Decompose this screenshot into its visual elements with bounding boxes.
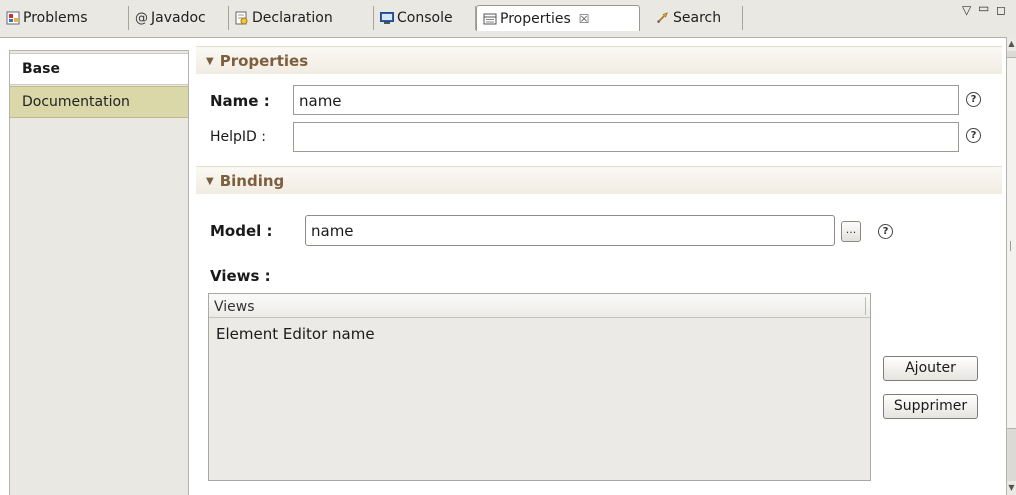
section-title: Properties bbox=[219, 52, 309, 70]
properties-section-header[interactable]: ▼ Properties bbox=[196, 46, 1002, 74]
browse-button[interactable]: ... bbox=[841, 221, 861, 242]
help-icon[interactable]: ? bbox=[966, 128, 981, 143]
tab-properties[interactable]: Properties ☒ bbox=[476, 5, 640, 31]
vertical-scrollbar[interactable]: ▲ ▼ bbox=[1006, 37, 1016, 495]
views-table[interactable]: Views Element Editor name bbox=[208, 293, 871, 481]
view-tab-bar: Problems @ Javadoc Declaration Console P… bbox=[0, 0, 1016, 38]
tab-label: Properties bbox=[500, 10, 571, 27]
console-icon bbox=[380, 11, 394, 25]
javadoc-icon: @ bbox=[135, 10, 148, 26]
scroll-down-icon[interactable]: ▼ bbox=[1007, 481, 1016, 495]
close-icon[interactable]: ☒ bbox=[579, 12, 590, 26]
binding-section-header[interactable]: ▼ Binding bbox=[196, 166, 1002, 194]
helpid-label: HelpID : bbox=[210, 129, 266, 145]
sidebar-item-documentation[interactable]: Documentation bbox=[10, 86, 188, 118]
tab-search[interactable]: Search bbox=[640, 6, 743, 30]
scrollbar-thumb[interactable] bbox=[1007, 57, 1016, 429]
maximize-icon[interactable]: ◻ bbox=[996, 3, 1006, 17]
model-field[interactable]: name bbox=[305, 215, 835, 246]
expand-twisty-icon[interactable]: ▼ bbox=[206, 56, 214, 67]
tab-console[interactable]: Console bbox=[374, 6, 476, 30]
problems-icon bbox=[6, 11, 20, 25]
declaration-icon bbox=[235, 11, 249, 25]
tab-label: Problems bbox=[23, 10, 88, 26]
sidebar-item-base[interactable]: Base bbox=[10, 53, 188, 85]
tab-label: Console bbox=[397, 10, 453, 26]
minimize-icon[interactable]: ▭ bbox=[978, 1, 989, 15]
tab-label: Search bbox=[673, 10, 722, 26]
expand-twisty-icon[interactable]: ▼ bbox=[206, 176, 214, 187]
tabbed-property-list: Base Documentation bbox=[9, 50, 189, 495]
tab-javadoc[interactable]: @ Javadoc bbox=[129, 6, 229, 30]
help-icon[interactable]: ? bbox=[966, 92, 981, 107]
thumb-grip bbox=[1010, 241, 1013, 251]
table-column-header[interactable]: Views bbox=[209, 294, 870, 318]
helpid-field[interactable] bbox=[293, 122, 959, 152]
section-title: Binding bbox=[219, 172, 285, 190]
column-separator[interactable] bbox=[865, 297, 866, 315]
help-icon[interactable]: ? bbox=[878, 224, 893, 239]
column-header-label: Views bbox=[214, 299, 255, 315]
properties-icon bbox=[483, 12, 497, 26]
views-label: Views : bbox=[210, 267, 271, 285]
view-menu-icon[interactable]: ▽ bbox=[962, 3, 971, 17]
table-row[interactable]: Element Editor name bbox=[209, 318, 870, 343]
add-button[interactable]: Ajouter bbox=[883, 356, 978, 381]
scroll-up-icon[interactable]: ▲ bbox=[1007, 37, 1016, 51]
tab-declaration[interactable]: Declaration bbox=[229, 6, 374, 30]
tab-label: Javadoc bbox=[151, 10, 206, 26]
tab-problems[interactable]: Problems bbox=[0, 6, 129, 30]
model-label: Model : bbox=[210, 222, 273, 240]
tab-label: Declaration bbox=[252, 10, 333, 26]
name-field[interactable]: name bbox=[293, 85, 959, 115]
search-icon bbox=[656, 11, 670, 25]
name-label: Name : bbox=[210, 92, 270, 110]
remove-button[interactable]: Supprimer bbox=[883, 394, 978, 419]
